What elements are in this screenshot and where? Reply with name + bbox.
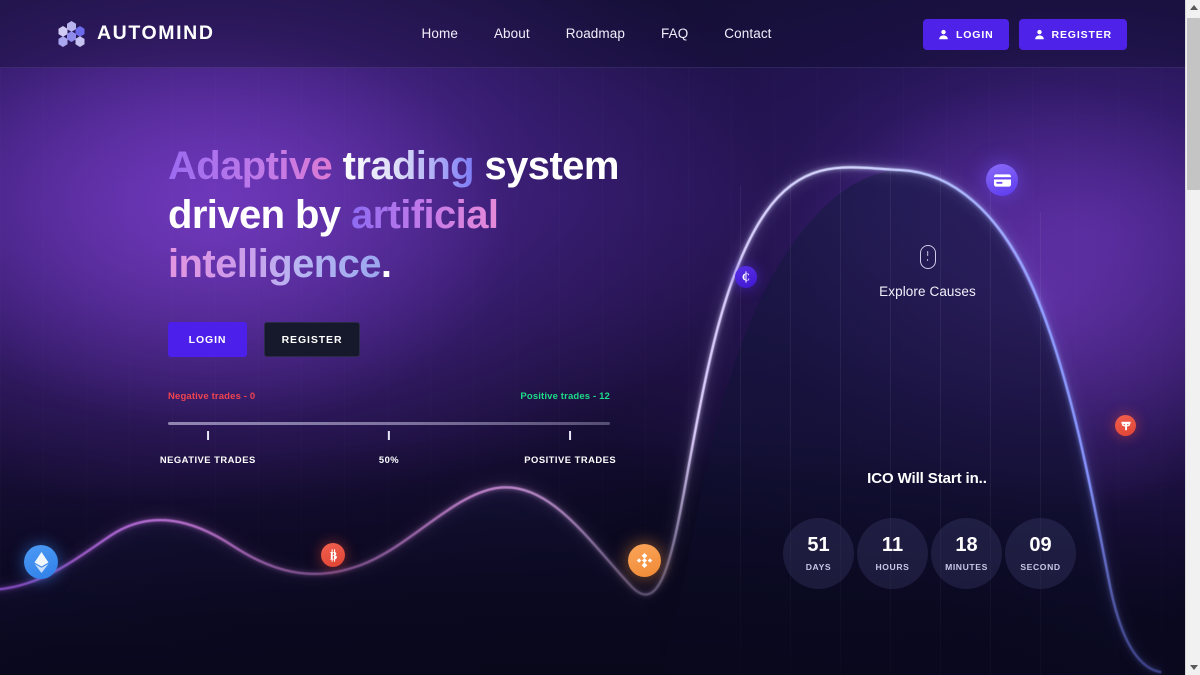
page-title: Adaptive trading system driven by artifi… — [168, 142, 638, 289]
ethereum-coin-icon[interactable] — [24, 545, 58, 579]
hexagon-cluster-icon — [57, 20, 86, 47]
tick-positive-trades: POSITIVE TRADES — [524, 431, 616, 468]
explore-causes-block[interactable]: Explore Causes — [850, 245, 1005, 299]
countdown-minutes: 18 MINUTES — [931, 518, 1002, 589]
tick-label: POSITIVE TRADES — [524, 454, 617, 465]
caret-down-icon[interactable] — [1186, 660, 1200, 675]
cent-coin-icon[interactable]: C — [735, 266, 757, 288]
header-login-button[interactable]: LOGIN — [923, 19, 1009, 50]
brand-logo[interactable]: AUTOMIND — [57, 20, 215, 47]
tick-label: 50% — [378, 454, 400, 465]
tick-midpoint: 50% — [379, 431, 399, 468]
positive-trades-summary: Positive trades - 12 — [520, 391, 610, 402]
countdown-seconds: 09 SECOND — [1005, 518, 1076, 589]
headline-part-4: driven by — [168, 193, 351, 237]
countdown-label: SECOND — [1020, 562, 1061, 572]
countdown-value: 09 — [1029, 534, 1052, 556]
header-login-label: LOGIN — [956, 28, 994, 41]
trade-balance-slider[interactable] — [168, 422, 610, 425]
hero-login-button[interactable]: LOGIN — [168, 322, 247, 357]
trade-stats-summary: Negative trades - 0 Positive trades - 12 — [168, 391, 610, 402]
bitcoin-coin-icon[interactable]: B — [321, 543, 345, 567]
header-actions: LOGIN REGISTER — [923, 19, 1127, 50]
headline-part-6: intelligence — [168, 242, 381, 286]
trade-stats: Negative trades - 0 Positive trades - 12… — [160, 391, 616, 475]
hero-section: Adaptive trading system driven by artifi… — [168, 142, 638, 357]
countdown-label: HOURS — [875, 562, 910, 572]
caret-up-icon[interactable] — [1186, 0, 1200, 15]
hero-cta-row: LOGIN REGISTER — [168, 322, 638, 357]
page-canvas: AUTOMIND Home About Roadmap FAQ Contact … — [0, 0, 1185, 675]
countdown-days: 51 DAYS — [783, 518, 854, 589]
scrollbar-thumb[interactable] — [1187, 18, 1200, 190]
headline-part-3: system — [484, 144, 620, 188]
user-icon — [1034, 29, 1045, 40]
countdown-value: 18 — [955, 534, 978, 556]
scroll-mouse-icon — [919, 245, 936, 269]
tick-label: NEGATIVE TRADES — [159, 454, 256, 465]
nav-item-roadmap[interactable]: Roadmap — [566, 26, 625, 41]
headline-part-2: trading — [342, 144, 485, 188]
nav-item-faq[interactable]: FAQ — [661, 26, 688, 41]
main-navigation: Home About Roadmap FAQ Contact — [422, 26, 772, 41]
ico-countdown-title: ICO Will Start in.. — [867, 470, 987, 487]
tick-mark — [569, 431, 572, 440]
countdown-label: DAYS — [805, 562, 832, 572]
tick-mark — [206, 431, 209, 440]
binance-coin-icon[interactable] — [628, 544, 661, 577]
tick-negative-trades: NEGATIVE TRADES — [160, 431, 256, 468]
explore-causes-label: Explore Causes — [879, 284, 976, 299]
header-register-label: REGISTER — [1051, 28, 1112, 41]
countdown-value: 51 — [807, 534, 830, 556]
vertical-scrollbar[interactable] — [1185, 0, 1200, 675]
nav-item-contact[interactable]: Contact — [724, 26, 771, 41]
countdown-value: 11 — [881, 534, 904, 556]
svg-text:B: B — [329, 550, 337, 562]
headline-part-5: artificial — [350, 193, 499, 237]
site-header: AUTOMIND Home About Roadmap FAQ Contact … — [0, 0, 1185, 68]
countdown-hours: 11 HOURS — [857, 518, 928, 589]
header-register-button[interactable]: REGISTER — [1018, 19, 1127, 50]
headline-part-1: Adaptive — [168, 144, 343, 188]
ico-countdown: 51 DAYS 11 HOURS 18 MINUTES 09 SECOND — [783, 518, 1076, 589]
trade-scale-ticks: NEGATIVE TRADES 50% POSITIVE TRADES — [160, 431, 616, 475]
brand-name: AUTOMIND — [97, 22, 215, 44]
tether-coin-icon[interactable] — [1115, 415, 1136, 436]
negative-trades-summary: Negative trades - 0 — [168, 391, 256, 402]
tick-mark — [387, 431, 390, 440]
user-icon — [938, 29, 949, 40]
hero-register-button[interactable]: REGISTER — [264, 322, 360, 357]
nav-item-home[interactable]: Home — [422, 26, 458, 41]
countdown-label: MINUTES — [945, 562, 988, 572]
headline-period: . — [380, 242, 392, 286]
nav-item-about[interactable]: About — [494, 26, 530, 41]
credit-card-icon[interactable] — [986, 164, 1018, 196]
